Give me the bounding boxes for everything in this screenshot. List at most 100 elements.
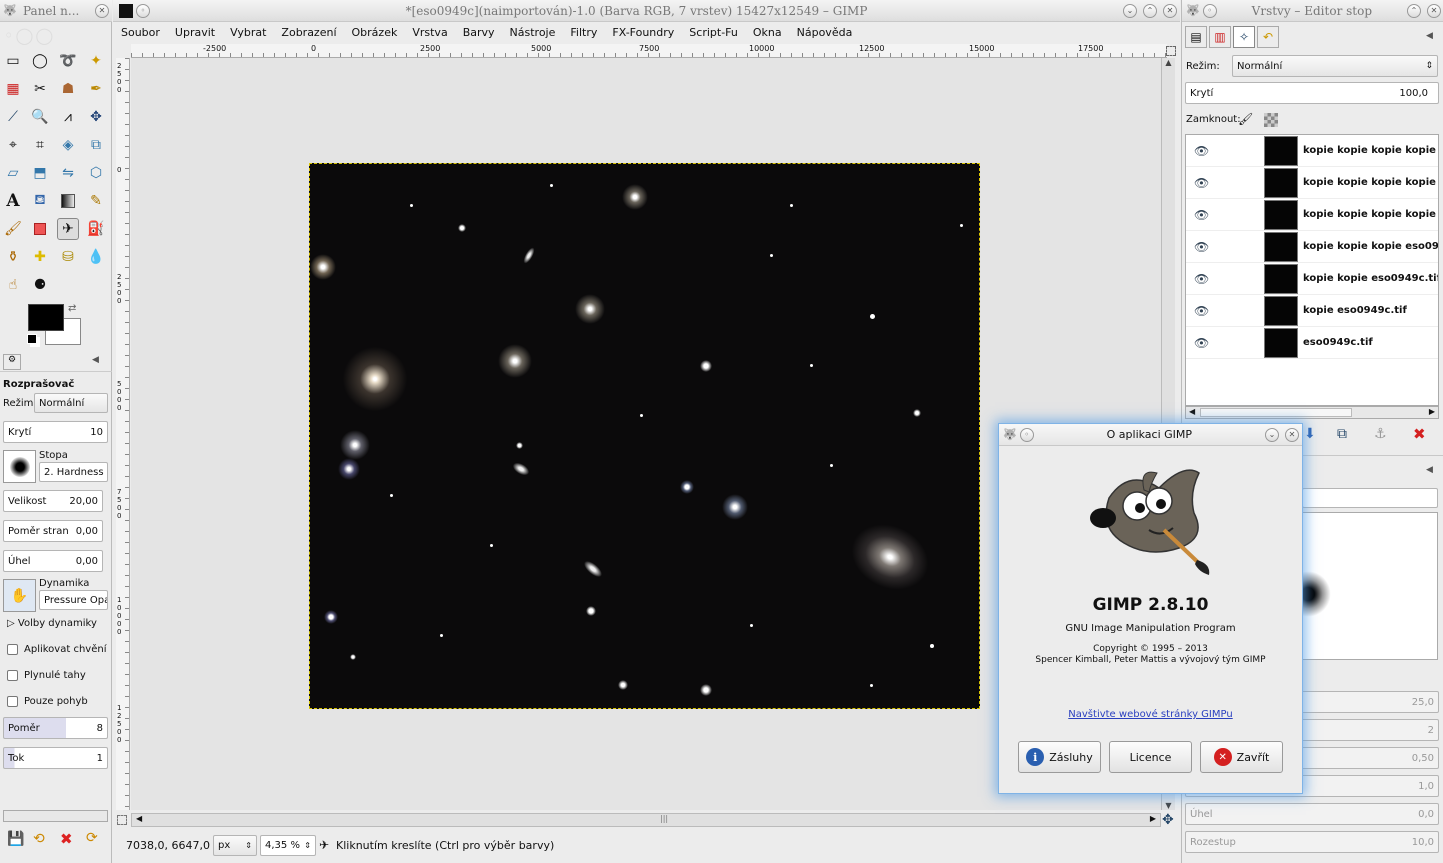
close-icon[interactable]: ✕: [1427, 3, 1441, 18]
paintbrush-icon[interactable]: 🖌: [2, 218, 24, 240]
reset-options-icon[interactable]: ⟳: [86, 830, 98, 846]
dodge-burn-icon[interactable]: ⚈: [29, 274, 51, 296]
menu-script-fu[interactable]: Script-Fu: [689, 26, 738, 39]
rect-select-icon[interactable]: ▭: [2, 50, 24, 72]
menu-obrazek[interactable]: Obrázek: [352, 26, 398, 39]
blur-icon[interactable]: 💧: [85, 246, 107, 268]
panel-menu-icon[interactable]: ◀: [92, 355, 99, 365]
menu-okna[interactable]: Okna: [753, 26, 782, 39]
menu-vybrat[interactable]: Vybrat: [230, 26, 266, 39]
flow-slider[interactable]: Tok 1: [3, 747, 108, 769]
scroll-left-icon[interactable]: ◀: [136, 814, 142, 823]
layer-name[interactable]: kopie kopie kopie kopie eso: [1303, 209, 1438, 220]
vertical-ruler[interactable]: 2500 0 2500 5000 7500 10000 12500: [116, 58, 130, 810]
close-icon[interactable]: ✕: [1285, 427, 1299, 442]
duplicate-layer-icon[interactable]: ⧉: [1337, 426, 1347, 442]
eye-icon[interactable]: 👁: [1194, 272, 1209, 286]
color-picker-icon[interactable]: ⟋: [2, 106, 24, 128]
apply-jitter-checkbox[interactable]: [7, 644, 18, 655]
measure-icon[interactable]: ⩘: [57, 106, 79, 128]
menu-fx-foundry[interactable]: FX-Foundry: [612, 26, 674, 39]
perspective-clone-icon[interactable]: ⛁: [57, 246, 79, 268]
maximize-icon[interactable]: ⌃: [1407, 3, 1421, 18]
clone-icon[interactable]: ⚱: [2, 246, 24, 268]
layer-name[interactable]: kopie kopie eso0949c.tif: [1303, 273, 1438, 284]
menu-nastroje[interactable]: Nástroje: [510, 26, 556, 39]
color-select-icon[interactable]: ▦: [2, 78, 24, 100]
scroll-thumb[interactable]: [1200, 408, 1352, 417]
quick-mask-corner-icon[interactable]: [1166, 46, 1176, 56]
swap-colors-icon[interactable]: ⇄: [68, 303, 76, 314]
layer-row[interactable]: 👁 kopie eso0949c.tif: [1186, 295, 1438, 327]
navigate-icon[interactable]: ✥: [1162, 812, 1174, 828]
scroll-right-icon[interactable]: ▶: [1150, 814, 1156, 823]
dynamics-options-expander[interactable]: ▷ Volby dynamiky: [7, 618, 97, 629]
smooth-strokes-checkbox[interactable]: [7, 670, 18, 681]
eye-icon[interactable]: 👁: [1194, 176, 1209, 190]
reset-colors-icon[interactable]: [27, 334, 37, 344]
scroll-right-icon[interactable]: ▶: [1429, 407, 1435, 416]
brush-preview-large[interactable]: [1285, 512, 1438, 660]
horizontal-scrollbar[interactable]: ◀ ||| ▶: [131, 813, 1161, 827]
eye-icon[interactable]: 👁: [1194, 144, 1209, 158]
eye-icon[interactable]: 👁: [1194, 208, 1209, 222]
angle-spinner[interactable]: Úhel 0,00: [3, 550, 103, 572]
pin-icon[interactable]: ◦: [136, 3, 150, 18]
layer-row[interactable]: 👁 kopie kopie kopie eso0949: [1186, 231, 1438, 263]
dynamics-name-field[interactable]: Pressure Opac: [39, 590, 108, 610]
tab-channels-icon[interactable]: ▤: [1185, 26, 1207, 48]
menu-upravit[interactable]: Upravit: [175, 26, 215, 39]
layers-hscrollbar[interactable]: ◀ ▶: [1185, 406, 1439, 419]
scale-icon[interactable]: ⧉: [85, 134, 107, 156]
fuzzy-select-icon[interactable]: ✦: [85, 50, 107, 72]
heal-icon[interactable]: ✚: [29, 246, 51, 268]
brush-name-field[interactable]: 2. Hardness 0: [39, 462, 108, 482]
menu-soubor[interactable]: Soubor: [121, 26, 160, 39]
close-button[interactable]: ✕ Zavřít: [1200, 741, 1283, 773]
eye-icon[interactable]: 👁: [1194, 304, 1209, 318]
brush-angle-field[interactable]: Úhel 0,0: [1185, 803, 1439, 825]
save-options-icon[interactable]: 💾: [7, 831, 24, 847]
pin-icon[interactable]: ◦: [1019, 427, 1034, 442]
menu-filtry[interactable]: Filtry: [570, 26, 597, 39]
flip-icon[interactable]: ⇋: [57, 162, 79, 184]
zoom-select[interactable]: 4,35 % ⇕: [260, 835, 316, 856]
delete-options-icon[interactable]: ✖: [60, 830, 73, 848]
bucket-fill-icon[interactable]: ⛾: [29, 190, 51, 212]
layer-row[interactable]: 👁 kopie kopie kopie kopie kop: [1186, 167, 1438, 199]
rotate-icon[interactable]: ◈: [57, 134, 79, 156]
brush-preview[interactable]: [3, 450, 36, 483]
toolbox-hscrollbar[interactable]: [3, 810, 108, 822]
perspective-icon[interactable]: ⬒: [29, 162, 51, 184]
foreground-color-swatch[interactable]: [28, 304, 64, 331]
menu-napoveda[interactable]: Nápověda: [797, 26, 853, 39]
lower-layer-icon[interactable]: ⬇: [1304, 426, 1316, 442]
scroll-down-icon[interactable]: ▼: [1162, 801, 1175, 810]
ellipse-select-icon[interactable]: ◯: [29, 50, 51, 72]
ink-icon[interactable]: ⛽: [85, 218, 107, 240]
eye-icon[interactable]: 👁: [1194, 240, 1209, 254]
minimize-icon[interactable]: ⌄: [1265, 427, 1279, 442]
tab-undo-icon[interactable]: ↶: [1257, 26, 1279, 48]
smudge-icon[interactable]: ☝: [2, 274, 24, 296]
delete-layer-icon[interactable]: ✖: [1413, 425, 1426, 443]
brush-search-field[interactable]: [1302, 488, 1438, 508]
quick-mask-icon[interactable]: [117, 815, 127, 825]
layer-name[interactable]: kopie kopie kopie eso0949: [1303, 241, 1438, 252]
crop-icon[interactable]: ⌗: [29, 134, 51, 156]
layer-mode-select[interactable]: Normální ⇕: [1232, 55, 1438, 77]
menu-barvy[interactable]: Barvy: [463, 26, 495, 39]
restore-options-icon[interactable]: ⟲: [33, 831, 45, 847]
horizontal-ruler[interactable]: -2500 0 2500 5000 7500 10000 12500 15000…: [131, 44, 1167, 58]
unit-select[interactable]: px ⇕: [213, 835, 257, 856]
airbrush-icon[interactable]: ✈: [57, 218, 79, 240]
layer-row[interactable]: 👁 kopie kopie eso0949c.tif: [1186, 263, 1438, 295]
pencil-icon[interactable]: ✎: [85, 190, 107, 212]
layer-name[interactable]: kopie kopie kopie kopie kop: [1303, 177, 1438, 188]
scroll-left-icon[interactable]: ◀: [1189, 407, 1195, 416]
scroll-up-icon[interactable]: ▲: [1162, 58, 1175, 67]
cage-icon[interactable]: ⬡: [85, 162, 107, 184]
layer-opacity-spinner[interactable]: Krytí 100,0: [1185, 82, 1439, 104]
lock-alpha-icon[interactable]: [1264, 113, 1278, 127]
tool-opacity-slider[interactable]: Krytí 10: [3, 421, 108, 443]
